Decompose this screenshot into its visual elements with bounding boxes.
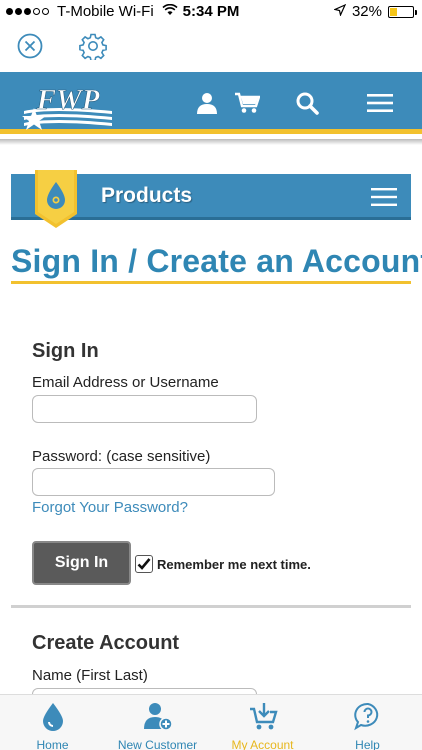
tab-my-account-label: My Account (231, 738, 294, 750)
sign-in-heading: Sign In (32, 340, 99, 362)
password-label: Password: (case sensitive) (32, 448, 211, 465)
remember-me: Remember me next time. (135, 555, 311, 573)
forgot-password-link[interactable]: Forgot Your Password? (32, 499, 188, 516)
products-bar[interactable]: Products (11, 170, 411, 228)
tab-new-customer-label: New Customer (117, 738, 198, 750)
products-title: Products (101, 184, 193, 207)
water-drop-badge-icon (35, 170, 77, 228)
remember-me-label: Remember me next time. (157, 556, 311, 572)
battery-percent: 32% (351, 3, 382, 20)
remember-me-checkbox[interactable] (135, 555, 153, 573)
products-menu-icon[interactable] (371, 187, 397, 207)
status-bar: T-Mobile Wi-Fi 5:34 PM 32% (0, 0, 422, 24)
email-field[interactable] (32, 395, 257, 423)
create-account-heading: Create Account (32, 632, 180, 654)
menu-icon[interactable] (366, 88, 394, 118)
password-field[interactable] (32, 468, 275, 496)
location-arrow-icon (333, 3, 347, 20)
gear-icon[interactable] (78, 31, 108, 61)
sign-in-button[interactable]: Sign In (32, 541, 131, 585)
add-user-icon (105, 701, 210, 731)
battery-icon (388, 5, 417, 18)
page-title: Sign In / Create an Account (11, 243, 422, 284)
app-toolbar (0, 28, 422, 68)
user-icon[interactable] (192, 88, 222, 118)
close-circle-icon[interactable] (15, 31, 45, 61)
help-bubble-icon (315, 701, 420, 731)
tab-help-label: Help (355, 738, 380, 750)
section-divider (11, 605, 411, 608)
tab-help[interactable]: Help (315, 695, 420, 750)
tab-home-label: Home (36, 738, 69, 750)
name-label: Name (First Last) (32, 667, 148, 684)
logo-text: FWP (36, 84, 100, 116)
cart-icon[interactable] (232, 88, 262, 118)
cart-download-icon (210, 701, 315, 731)
tab-my-account[interactable]: My Account (210, 695, 315, 750)
tab-bar: Home New Customer My Account Help (0, 694, 422, 750)
search-icon[interactable] (292, 88, 322, 118)
tab-new-customer[interactable]: New Customer (105, 695, 210, 750)
water-drop-icon (0, 701, 105, 731)
tab-home[interactable]: Home (0, 695, 105, 750)
header-shadow (0, 139, 422, 145)
site-header: FWP (0, 72, 422, 134)
fwp-logo[interactable]: FWP (20, 81, 116, 133)
email-label: Email Address or Username (32, 374, 219, 391)
